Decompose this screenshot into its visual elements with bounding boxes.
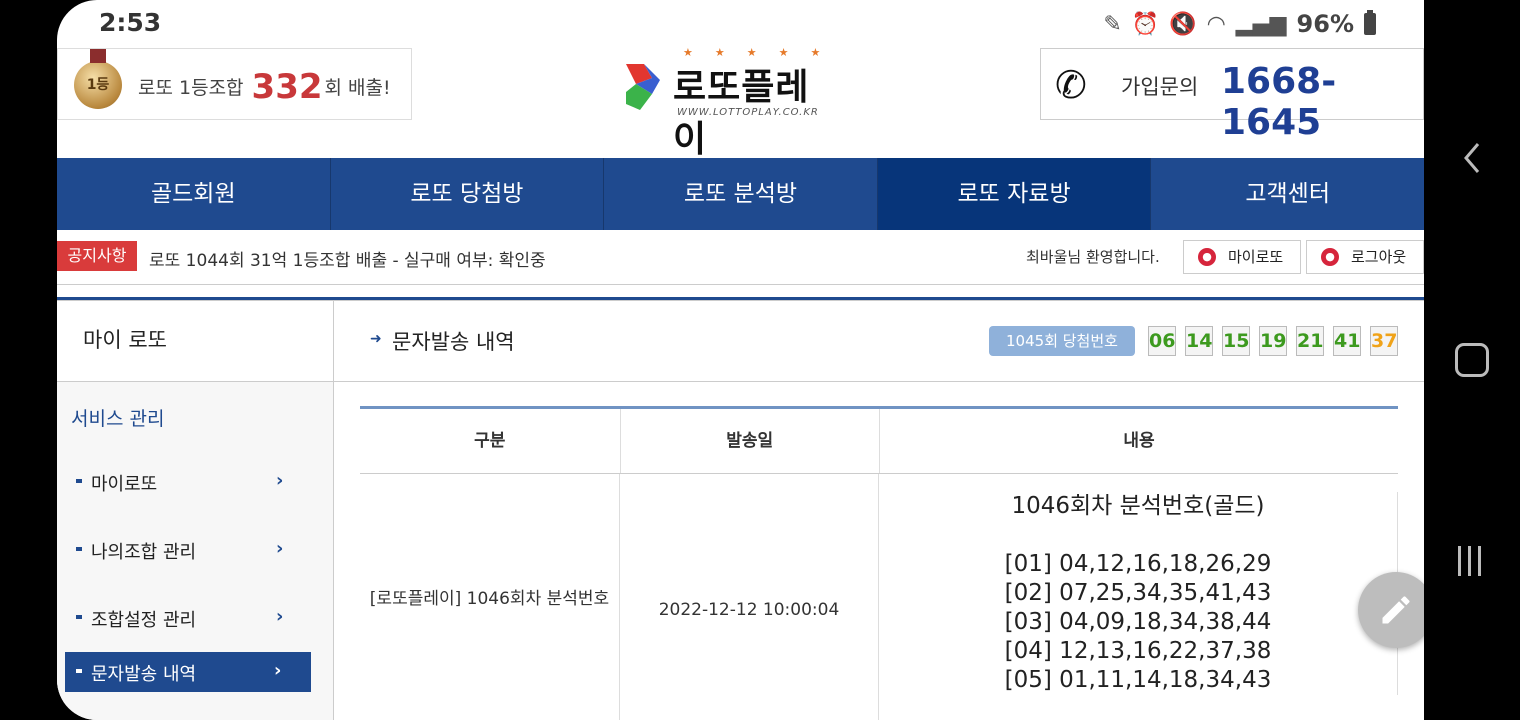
chevron-right-icon: › <box>276 538 284 559</box>
promo-text: 로또 1등조합 332 회 배출! <box>138 67 391 107</box>
bullet-icon <box>76 615 82 619</box>
nav-item-analysis-room[interactable]: 로또 분석방 <box>604 158 878 230</box>
winning-ball: 14 <box>1185 326 1213 356</box>
sidebar-item-sms-history[interactable]: 문자발송 내역 › <box>65 652 311 692</box>
signal-icon: ▂▄▆ <box>1235 11 1287 37</box>
chevron-right-icon: › <box>276 606 284 627</box>
bullet-icon <box>76 479 82 483</box>
battery-percent: 96% <box>1296 10 1354 38</box>
logout-button[interactable]: ● 로그아웃 <box>1306 240 1424 274</box>
page-title: 문자발송 내역 <box>392 330 515 354</box>
nav-item-winning-room[interactable]: 로또 당첨방 <box>331 158 605 230</box>
content-line: [03] 04,09,18,34,38,44 <box>879 608 1398 637</box>
sms-history-table: 구분 발송일 내용 [로또플레이] 1046회차 분석번호 2022-12-12… <box>360 406 1398 720</box>
pen-icon: ✎ <box>1103 11 1122 37</box>
content-line: [04] 12,13,16,22,37,38 <box>879 637 1398 666</box>
chevron-right-icon: › <box>274 660 282 681</box>
contact-label: 가입문의 <box>1121 75 1199 99</box>
column-header-type: 구분 <box>360 409 621 473</box>
promo-banner[interactable]: 1등 로또 1등조합 332 회 배출! <box>57 48 412 120</box>
table-row: [로또플레이] 1046회차 분석번호 2022-12-12 10:00:04 … <box>360 474 1398 720</box>
winning-numbers: 06 14 15 19 21 41 37 <box>1148 326 1398 356</box>
status-icons: ✎ ⏰ 🔇 ◠ ▂▄▆ 96% <box>1103 10 1376 38</box>
sidebar-title: 마이 로또 <box>57 300 333 382</box>
winning-ball: 06 <box>1148 326 1176 356</box>
status-bar: 2:53 ✎ ⏰ 🔇 ◠ ▂▄▆ 96% <box>57 0 1424 48</box>
notice-badge: 공지사항 <box>57 241 137 271</box>
battery-icon <box>1364 10 1376 35</box>
main-nav: 골드회원 로또 당첨방 로또 분석방 로또 자료방 고객센터 <box>57 158 1424 230</box>
table-header: 구분 발송일 내용 <box>360 409 1398 474</box>
pencil-icon <box>1382 596 1410 624</box>
chevron-right-icon: › <box>276 470 284 491</box>
sidebar-item-my-lotto[interactable]: 마이로또 › <box>57 448 333 516</box>
main-content: ➜ 문자발송 내역 1045회 당첨번호 06 14 15 19 21 41 3… <box>334 300 1424 720</box>
winning-ball: 41 <box>1333 326 1361 356</box>
logo-url: WWW.LOTTOPLAY.CO.KR <box>677 107 819 118</box>
recent-apps-icon[interactable] <box>1456 546 1484 576</box>
back-icon[interactable] <box>1462 142 1482 174</box>
wifi-icon: ◠ <box>1206 11 1226 37</box>
lock-icon: ● <box>1198 248 1216 266</box>
winning-ball: 19 <box>1259 326 1287 356</box>
arrow-right-icon: ➜ <box>370 331 382 347</box>
column-header-date: 발송일 <box>621 409 880 473</box>
notice-bar: 공지사항 로또 1044회 31억 1등조합 배출 - 실구매 여부: 확인중 … <box>57 230 1424 285</box>
my-lotto-button[interactable]: ● 마이로또 <box>1183 240 1301 274</box>
site-logo[interactable]: ★★★★★ 로또플레이 WWW.LOTTOPLAY.CO.KR <box>617 46 837 160</box>
sidebar-section-title: 서비스 관리 <box>71 408 165 430</box>
browser-screen: 2:53 ✎ ⏰ 🔇 ◠ ▂▄▆ 96% 1등 로또 1등조합 332 회 배출! … <box>57 0 1424 720</box>
medal-icon: 1등 <box>74 49 122 109</box>
phone-icon: ✆ <box>1055 63 1087 107</box>
home-icon[interactable] <box>1455 343 1489 377</box>
android-nav-bar <box>1424 0 1520 720</box>
column-header-content: 내용 <box>1123 431 1155 451</box>
contact-box[interactable]: ✆ 가입문의 1668-1645 <box>1040 48 1424 143</box>
alarm-icon: ⏰ <box>1131 11 1160 37</box>
draw-badge: 1045회 당첨번호 <box>989 326 1135 356</box>
content-line: [01] 04,12,16,18,26,29 <box>879 550 1398 579</box>
winning-ball: 21 <box>1296 326 1324 356</box>
mute-icon: 🔇 <box>1169 11 1197 37</box>
winning-ball: 15 <box>1222 326 1250 356</box>
sidebar-item-combo-settings[interactable]: 조합설정 관리 › <box>57 584 333 652</box>
nav-item-customer-center[interactable]: 고객센터 <box>1151 158 1424 230</box>
notice-text[interactable]: 로또 1044회 31억 1등조합 배출 - 실구매 여부: 확인중 <box>149 246 546 271</box>
lock-icon: ● <box>1321 248 1339 266</box>
content-header: ➜ 문자발송 내역 1045회 당첨번호 06 14 15 19 21 41 3… <box>334 300 1424 382</box>
bonus-ball: 37 <box>1370 326 1398 356</box>
nav-item-data-room[interactable]: 로또 자료방 <box>877 158 1152 230</box>
contact-phone: 1668-1645 <box>1221 61 1337 143</box>
content-line: [05] 01,11,14,18,34,43 <box>879 666 1398 695</box>
status-time: 2:53 <box>99 8 162 37</box>
sidebar-item-my-combos[interactable]: 나의조합 관리 › <box>57 516 333 584</box>
sidebar: 마이 로또 서비스 관리 마이로또 › 나의조합 관리 › 조합설정 관리 › … <box>57 300 334 720</box>
promo-count: 332 <box>251 67 323 107</box>
content-title: 1046회차 분석번호(골드) <box>879 492 1398 521</box>
welcome-text: 최바울님 환영합니다. <box>1026 248 1160 266</box>
row-content: 1046회차 분석번호(골드) [01] 04,12,16,18,26,29 [… <box>879 474 1398 720</box>
content-line: [02] 07,25,34,35,41,43 <box>879 579 1398 608</box>
edit-fab-button[interactable] <box>1358 572 1424 648</box>
row-type: [로또플레이] 1046회차 분석번호 <box>360 474 620 720</box>
bullet-icon <box>76 547 82 551</box>
row-date: 2022-12-12 10:00:04 <box>620 474 879 720</box>
logo-mark-icon <box>626 64 660 110</box>
nav-item-gold-member[interactable]: 골드회원 <box>57 158 331 230</box>
bullet-icon <box>76 669 82 673</box>
